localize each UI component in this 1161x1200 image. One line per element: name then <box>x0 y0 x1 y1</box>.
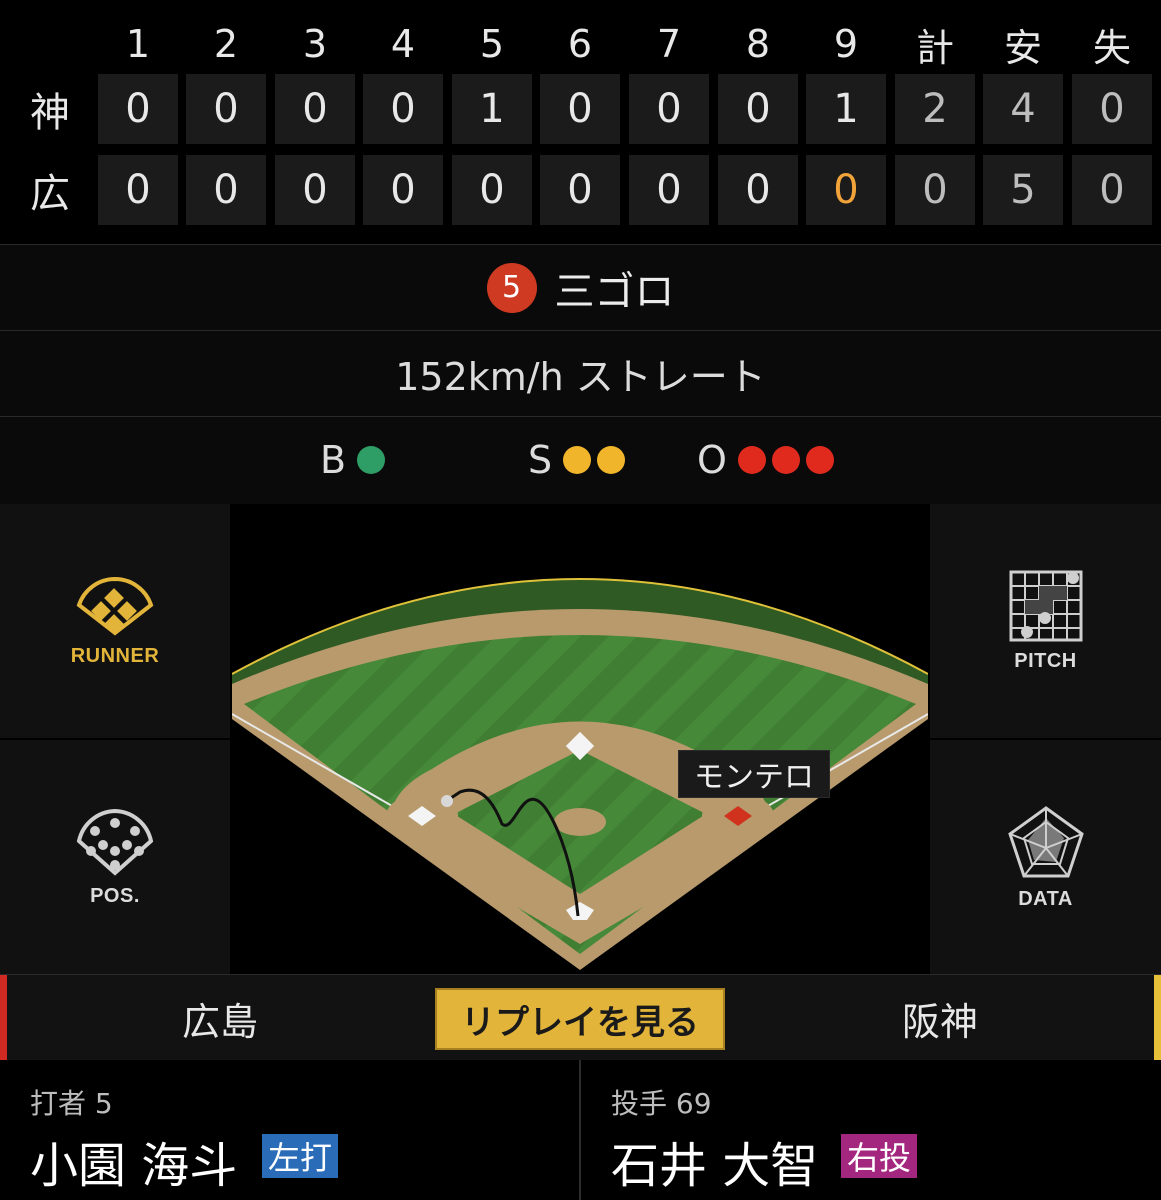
pitcher-role: 投手 69 <box>611 1087 712 1120</box>
ball-label: B <box>320 438 347 482</box>
inning-header-8: 8 <box>745 22 771 66</box>
pitcher-name: 石井 大智 <box>611 1138 819 1194</box>
total-header: 計 <box>915 25 954 70</box>
pitch-info-row: 152km/h ストレート <box>0 330 1161 416</box>
pitcher-card[interactable]: 投手 69 石井 大智 右投 <box>581 1060 1161 1200</box>
inning-header-6: 6 <box>567 22 593 66</box>
score-cell: 0 <box>186 74 266 144</box>
pitch-button[interactable]: PITCH <box>930 504 1161 738</box>
inning-header-4: 4 <box>390 22 416 66</box>
batter-role: 打者 5 <box>30 1087 113 1120</box>
play-result-row: 5 三ゴロ <box>0 244 1161 330</box>
strike-count: S <box>528 417 628 503</box>
ball-landing-marker <box>441 795 453 807</box>
data-button[interactable]: DATA <box>930 740 1161 974</box>
errors-cell: 0 <box>1072 155 1152 225</box>
team-hanshin-tab[interactable]: 阪神 <box>760 975 1120 1061</box>
ball-indicator <box>357 446 386 474</box>
field-view <box>231 504 929 974</box>
strike-indicator <box>597 446 626 474</box>
score-cell: 0 <box>275 74 355 144</box>
score-cell: 0 <box>540 74 620 144</box>
total-cell: 0 <box>895 155 975 225</box>
pos-button[interactable]: POS. <box>0 740 230 974</box>
score-cell: 0 <box>629 74 709 144</box>
team-abbr-hiroshima: 広 <box>30 171 70 217</box>
total-cell: 2 <box>895 74 975 144</box>
inning-header-9: 9 <box>833 22 859 66</box>
inning-header-2: 2 <box>213 22 239 66</box>
pitch-label: PITCH <box>1014 649 1077 672</box>
score-cell: 0 <box>540 155 620 225</box>
out-indicator <box>737 446 766 474</box>
inning-header-7: 7 <box>656 22 682 66</box>
hits-cell: 4 <box>983 74 1063 144</box>
score-cell: 0 <box>363 74 443 144</box>
ball-count: B <box>320 417 388 503</box>
out-indicator <box>771 446 800 474</box>
score-cell: 0 <box>718 155 798 225</box>
runner-label: RUNNER <box>70 644 160 667</box>
batter-name: 小園 海斗 <box>30 1138 238 1194</box>
out-label: O <box>697 438 727 482</box>
team-bar: 広島 リプレイを見る 阪神 <box>0 974 1161 1061</box>
fielder-number-badge: 5 <box>486 262 537 313</box>
hits-header: 安 <box>1003 25 1042 70</box>
score-cell: 0 <box>98 74 178 144</box>
away-color-edge <box>1154 975 1161 1061</box>
strike-indicator <box>563 446 592 474</box>
runner-diamond-icon <box>76 576 154 636</box>
inning-header-3: 3 <box>302 22 328 66</box>
score-cell: 0 <box>718 74 798 144</box>
score-cell: 1 <box>452 74 532 144</box>
score-cell: 0 <box>275 155 355 225</box>
team-abbr-hanshin: 神 <box>30 90 70 136</box>
score-cell: 0 <box>629 155 709 225</box>
score-cell: 0 <box>98 155 178 225</box>
pos-label: POS. <box>90 884 140 907</box>
out-indicator <box>805 446 834 474</box>
baseball-field-diagram <box>231 578 929 970</box>
errors-cell: 0 <box>1072 74 1152 144</box>
pitch-grid-icon <box>1009 570 1082 641</box>
strike-label: S <box>528 438 553 482</box>
batter-hand-badge: 左打 <box>262 1134 339 1178</box>
count-row: B S O <box>0 416 1161 504</box>
inning-header-1: 1 <box>125 22 151 66</box>
pitchers-mound <box>554 808 606 836</box>
batter-card[interactable]: 打者 5 小園 海斗 左打 <box>0 1060 579 1200</box>
play-result-text: 三ゴロ <box>554 268 675 315</box>
runner-name-tag: モンテロ <box>678 750 830 798</box>
pitcher-hand-badge: 右投 <box>841 1134 918 1178</box>
scoreboard: 1 2 3 4 5 6 7 8 9 計 安 失 神 0 0 0 0 1 0 0 … <box>0 0 1161 244</box>
hits-cell: 5 <box>983 155 1063 225</box>
radar-chart-icon <box>1007 805 1084 877</box>
home-color-edge <box>0 975 7 1061</box>
current-inning-score-cell: 0 <box>806 155 886 225</box>
positions-icon <box>76 808 154 876</box>
inning-header-5: 5 <box>479 22 505 66</box>
data-label: DATA <box>1018 887 1073 910</box>
watch-replay-button[interactable]: リプレイを見る <box>435 988 725 1050</box>
score-cell: 1 <box>806 74 886 144</box>
player-divider <box>579 1060 581 1200</box>
score-cell: 0 <box>186 155 266 225</box>
score-cell: 0 <box>363 155 443 225</box>
runner-button[interactable]: RUNNER <box>0 504 230 738</box>
errors-header: 失 <box>1092 25 1131 70</box>
team-hiroshima-tab[interactable]: 広島 <box>40 975 400 1061</box>
score-cell: 0 <box>452 155 532 225</box>
out-count: O <box>697 417 837 503</box>
pitch-info-text: 152km/h ストレート <box>395 355 766 399</box>
